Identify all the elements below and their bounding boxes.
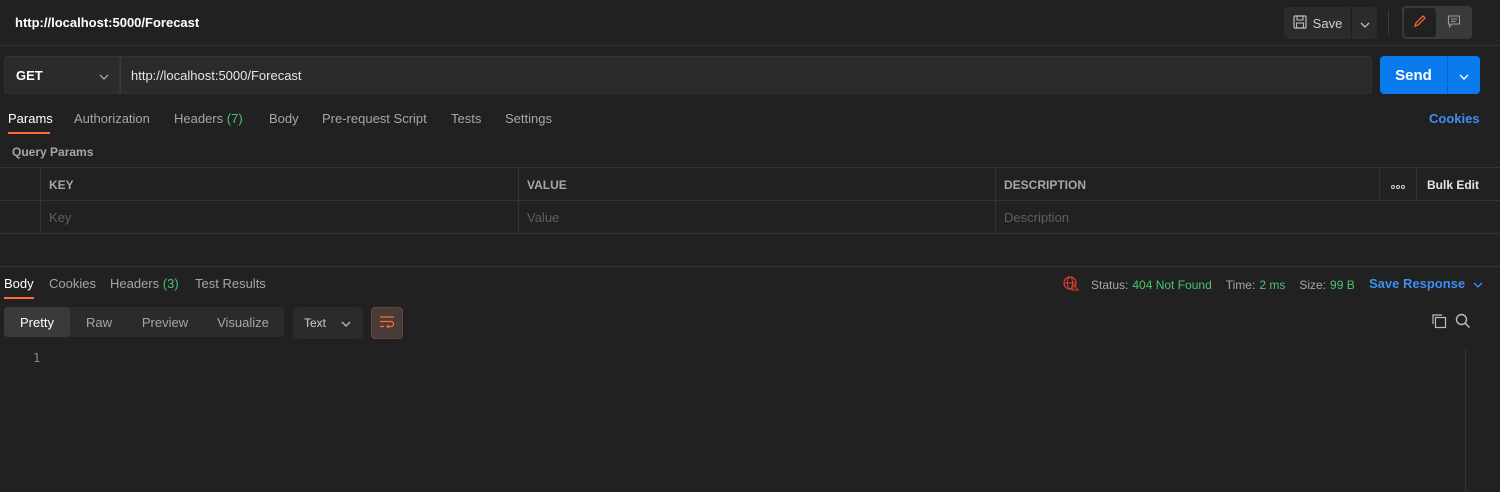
search-icon[interactable] [1455,313,1471,332]
active-tab-indicator [8,132,50,134]
tab-label: Cookies [49,276,96,291]
tab-label: Tests [451,111,482,126]
format-raw[interactable]: Raw [70,307,128,337]
title-bar [0,0,1500,46]
tab-label: Pre-request Script [322,111,427,126]
tab-pre-request-script[interactable]: Pre-request Script [322,111,427,126]
save-response-label: Save Response [1369,276,1466,291]
tab-tests[interactable]: Tests [451,111,481,126]
mode-toggle [1402,6,1472,39]
row-checkbox-cell[interactable] [0,201,41,234]
cookies-link[interactable]: Cookies [1429,111,1480,126]
comments-mode-button[interactable] [1438,8,1470,37]
toolbar-divider [1388,10,1389,36]
time-value[interactable]: 2 ms [1259,278,1285,292]
value-input[interactable]: Value [519,201,996,234]
format-pretty[interactable]: Pretty [4,307,70,337]
response-divider[interactable] [0,266,1500,267]
response-tab-test-results[interactable]: Test Results [195,276,266,291]
pencil-icon [1413,14,1427,31]
table-row: Key Value Description [0,201,1500,234]
line-number: 1 [33,351,41,365]
url-input[interactable]: http://localhost:5000/Forecast [120,56,1372,94]
column-header-description: DESCRIPTION [996,168,1380,201]
response-meta: Status: 404 Not Found Time: 2 ms Size: 9… [1063,275,1355,294]
tab-label: Settings [505,111,552,126]
tab-headers[interactable]: Headers (7) [174,111,243,126]
send-button-group: Send [1380,56,1480,94]
tab-authorization[interactable]: Authorization [74,111,150,126]
active-response-tab-indicator [4,297,34,299]
save-options-button[interactable] [1352,7,1377,39]
tab-label: Headers [110,276,160,291]
key-input[interactable]: Key [41,201,519,234]
url-value: http://localhost:5000/Forecast [131,67,302,83]
more-options-button[interactable] [1380,168,1417,201]
save-response-button[interactable]: Save Response [1369,276,1483,291]
tab-label: Test Results [195,276,266,291]
request-title[interactable]: http://localhost:5000/Forecast [15,15,199,30]
format-visualize[interactable]: Visualize [202,307,284,337]
save-label: Save [1312,15,1343,31]
response-headers-count: (3) [162,276,179,291]
network-error-globe-icon[interactable] [1063,275,1080,294]
response-tab-headers[interactable]: Headers (3) [110,276,179,291]
chevron-down-icon [1473,276,1483,291]
method-select[interactable]: GET [4,56,120,94]
table-header-row: KEY VALUE DESCRIPTION Bulk Edit [0,168,1500,201]
column-header-value: VALUE [519,168,996,201]
wrap-lines-icon [379,315,395,332]
wrap-lines-button[interactable] [371,307,403,339]
tab-label: Authorization [74,111,150,126]
save-button-group: Save [1284,7,1377,39]
tab-label: Body [4,276,34,291]
tab-label: Params [8,111,53,126]
response-format-tabs: Pretty Raw Preview Visualize [4,307,284,337]
headers-count: (7) [226,111,243,126]
comment-icon [1447,14,1461,31]
chevron-down-icon [99,68,109,83]
tab-params[interactable]: Params [8,111,53,126]
status-label: Status: [1091,277,1129,292]
tab-label: Body [269,111,299,126]
column-header-key: KEY [41,168,519,201]
size-label: Size: [1299,277,1327,292]
bulk-edit-label: Bulk Edit [1427,177,1480,192]
send-options-button[interactable] [1447,56,1480,94]
edit-mode-button[interactable] [1404,8,1436,37]
tab-label: Headers [174,111,224,126]
query-params-table: KEY VALUE DESCRIPTION Bulk Edit Key Valu… [0,167,1500,234]
size-value[interactable]: 99 B [1330,278,1355,292]
save-icon [1293,14,1307,32]
chevron-down-icon [341,316,351,330]
bulk-edit-button[interactable]: Bulk Edit [1417,168,1500,201]
tab-body[interactable]: Body [269,111,299,126]
tab-settings[interactable]: Settings [505,111,552,126]
time-label: Time: [1225,277,1256,292]
response-type-value: Text [304,316,327,330]
status-value[interactable]: 404 Not Found [1132,278,1211,292]
copy-icon[interactable] [1431,313,1447,332]
description-input[interactable]: Description [996,201,1500,234]
chevron-down-icon [1360,16,1370,31]
response-tab-body[interactable]: Body [4,276,34,291]
send-button[interactable]: Send [1380,56,1447,94]
save-button[interactable]: Save [1284,7,1352,39]
chevron-down-icon [1459,68,1469,83]
row-checkbox-column [0,168,41,201]
response-type-select[interactable]: Text [293,307,363,339]
query-params-label: Query Params [12,145,94,159]
more-horizontal-icon [1391,177,1405,192]
format-preview[interactable]: Preview [128,307,202,337]
response-scrollbar[interactable] [1465,349,1480,492]
response-tab-cookies[interactable]: Cookies [49,276,96,291]
method-value: GET [16,67,43,83]
